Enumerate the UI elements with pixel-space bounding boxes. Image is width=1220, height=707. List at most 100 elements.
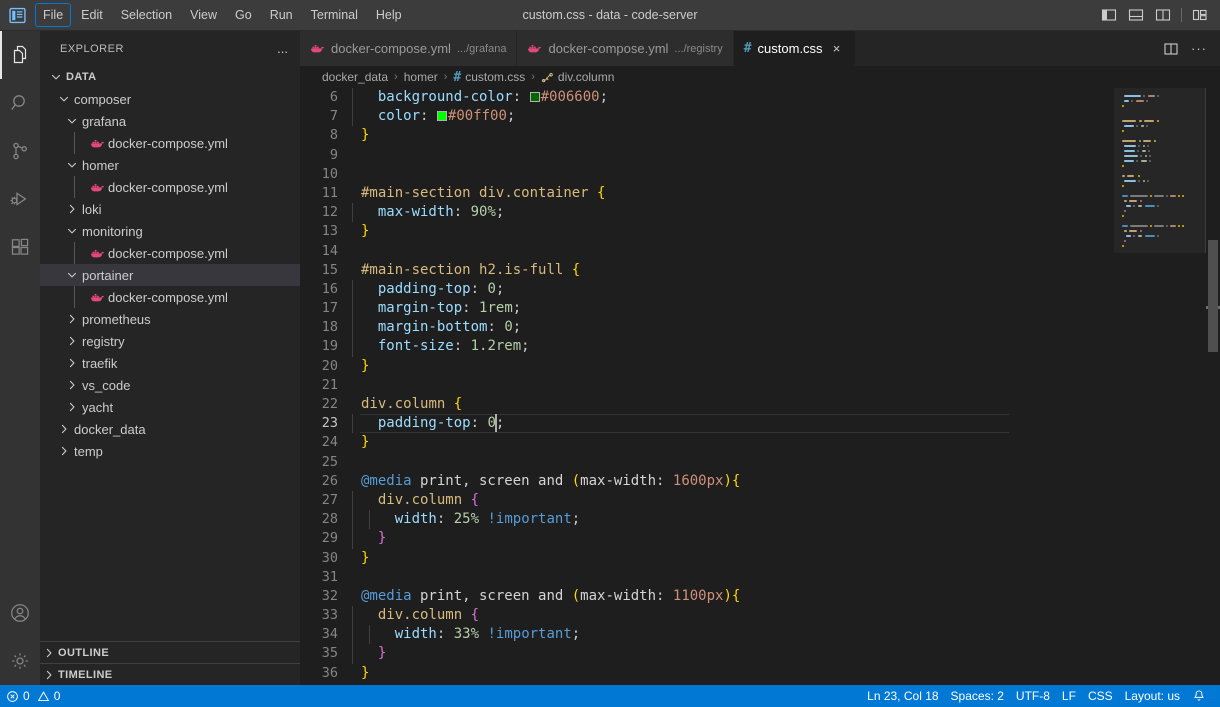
code-line[interactable]: 11#main-section div.container { xyxy=(300,184,1114,203)
editor-tab[interactable]: #custom.css× xyxy=(734,31,856,66)
menu-item-selection[interactable]: Selection xyxy=(113,3,180,27)
chevron-down-icon[interactable] xyxy=(56,92,72,106)
code-line[interactable]: 15#main-section h2.is-full { xyxy=(300,261,1114,280)
tree-folder-item[interactable]: loki xyxy=(40,198,300,220)
toggle-primary-sidebar-icon[interactable] xyxy=(1097,4,1121,26)
tree-folder-item[interactable]: prometheus xyxy=(40,308,300,330)
chevron-down-icon[interactable] xyxy=(64,114,80,128)
chevron-right-icon[interactable] xyxy=(64,334,80,348)
editor-more-actions-icon[interactable]: ··· xyxy=(1186,36,1212,62)
tree-folder-item[interactable]: docker_data xyxy=(40,418,300,440)
code-line[interactable]: 27 div.column { xyxy=(300,491,1114,510)
chevron-right-icon[interactable] xyxy=(64,312,80,326)
menu-item-terminal[interactable]: Terminal xyxy=(303,3,366,27)
code-line[interactable]: 23 padding-top: 0; xyxy=(300,414,1114,433)
code-line[interactable]: 6 background-color: #006600; xyxy=(300,88,1114,107)
chevron-right-icon[interactable] xyxy=(64,202,80,216)
tree-folder-item[interactable]: traefik xyxy=(40,352,300,374)
status-keyboard-layout[interactable]: Layout: us xyxy=(1119,685,1186,707)
code-editor[interactable]: 6 background-color: #006600;7 color: #00… xyxy=(300,88,1220,685)
editor-vertical-scrollbar[interactable] xyxy=(1206,88,1220,685)
code-line[interactable]: 7 color: #00ff00; xyxy=(300,107,1114,126)
status-editor-indentation[interactable]: Spaces: 2 xyxy=(945,685,1010,707)
menu-item-file[interactable]: File xyxy=(35,3,71,27)
scrollbar-thumb[interactable] xyxy=(1208,240,1218,352)
tree-folder-item[interactable]: yacht xyxy=(40,396,300,418)
code-line[interactable]: 26@media print, screen and (max-width: 1… xyxy=(300,472,1114,491)
tree-folder-item[interactable]: vs_code xyxy=(40,374,300,396)
color-swatch[interactable] xyxy=(437,111,447,121)
split-editor-right-icon[interactable] xyxy=(1158,36,1184,62)
code-line[interactable]: 31 xyxy=(300,568,1114,587)
code-line[interactable]: 20} xyxy=(300,357,1114,376)
customize-layout-icon[interactable] xyxy=(1188,4,1212,26)
sidebar-item-search[interactable] xyxy=(0,79,40,127)
tree-folder-item[interactable]: portainer xyxy=(40,264,300,286)
tree-file-item[interactable]: docker-compose.yml xyxy=(40,242,300,264)
explorer-more-actions-icon[interactable]: ... xyxy=(273,41,292,56)
sidebar-section-timeline[interactable]: TIMELINE xyxy=(40,663,300,685)
code-line[interactable]: 9 xyxy=(300,146,1114,165)
status-notifications[interactable] xyxy=(1186,685,1212,707)
menu-item-run[interactable]: Run xyxy=(262,3,301,27)
status-editor-eol[interactable]: LF xyxy=(1056,685,1082,707)
code-line[interactable]: 13} xyxy=(300,222,1114,241)
code-line[interactable]: 12 max-width: 90%; xyxy=(300,203,1114,222)
chevron-down-icon[interactable] xyxy=(64,224,80,238)
color-swatch[interactable] xyxy=(530,92,540,102)
tree-folder-item[interactable]: registry xyxy=(40,330,300,352)
code-line[interactable]: 17 margin-top: 1rem; xyxy=(300,299,1114,318)
menu-item-help[interactable]: Help xyxy=(368,3,410,27)
editor-tab[interactable]: docker-compose.yml.../registry xyxy=(517,31,733,66)
toggle-secondary-sidebar-icon[interactable] xyxy=(1151,4,1175,26)
tree-folder-item[interactable]: temp xyxy=(40,440,300,462)
code-line[interactable]: 14 xyxy=(300,242,1114,261)
code-scroll-region[interactable]: 6 background-color: #006600;7 color: #00… xyxy=(300,88,1114,685)
tree-folder-item[interactable]: grafana xyxy=(40,110,300,132)
chevron-down-icon[interactable] xyxy=(64,268,80,282)
tree-folder-item[interactable]: DATA xyxy=(40,66,300,88)
status-editor-position[interactable]: Ln 23, Col 18 xyxy=(861,685,944,707)
code-line[interactable]: 10 xyxy=(300,165,1114,184)
chevron-right-icon[interactable] xyxy=(56,422,72,436)
code-line[interactable]: 19 font-size: 1.2rem; xyxy=(300,337,1114,356)
sidebar-item-extensions[interactable] xyxy=(0,223,40,271)
menu-item-view[interactable]: View xyxy=(182,3,225,27)
code-line[interactable]: 34 width: 33% !important; xyxy=(300,625,1114,644)
code-line[interactable]: 25 xyxy=(300,453,1114,472)
account-button[interactable] xyxy=(0,589,40,637)
tree-folder-item[interactable]: composer xyxy=(40,88,300,110)
editor-tab[interactable]: docker-compose.yml.../grafana xyxy=(300,31,517,66)
chevron-down-icon[interactable] xyxy=(64,158,80,172)
code-line[interactable]: 24} xyxy=(300,433,1114,452)
tree-folder-item[interactable]: homer xyxy=(40,154,300,176)
breadcrumb-item[interactable]: #custom.css xyxy=(451,70,527,85)
code-line[interactable]: 16 padding-top: 0; xyxy=(300,280,1114,299)
code-line[interactable]: 8} xyxy=(300,126,1114,145)
code-line[interactable]: 35 } xyxy=(300,644,1114,663)
tree-file-item[interactable]: docker-compose.yml xyxy=(40,176,300,198)
sidebar-item-source-control[interactable] xyxy=(0,127,40,175)
status-editor-language[interactable]: CSS xyxy=(1082,685,1119,707)
minimap[interactable] xyxy=(1114,88,1206,685)
code-line[interactable]: 29 } xyxy=(300,529,1114,548)
breadcrumb-item[interactable]: homer xyxy=(402,70,440,84)
code-line[interactable]: 30} xyxy=(300,549,1114,568)
code-line[interactable]: 28 width: 25% !important; xyxy=(300,510,1114,529)
sidebar-section-outline[interactable]: OUTLINE xyxy=(40,641,300,663)
chevron-right-icon[interactable] xyxy=(64,378,80,392)
code-line[interactable]: 33 div.column { xyxy=(300,606,1114,625)
tree-file-item[interactable]: docker-compose.yml xyxy=(40,286,300,308)
status-editor-encoding[interactable]: UTF-8 xyxy=(1010,685,1056,707)
menu-item-edit[interactable]: Edit xyxy=(73,3,111,27)
status-problems[interactable]: 0 0 xyxy=(0,685,66,707)
chevron-right-icon[interactable] xyxy=(64,356,80,370)
manage-settings-button[interactable] xyxy=(0,637,40,685)
sidebar-item-explorer[interactable] xyxy=(0,31,40,79)
code-line[interactable]: 18 margin-bottom: 0; xyxy=(300,318,1114,337)
breadcrumb-item[interactable]: div.column xyxy=(539,70,616,84)
menu-item-go[interactable]: Go xyxy=(227,3,260,27)
code-line[interactable]: 22div.column { xyxy=(300,395,1114,414)
breadcrumb-item[interactable]: docker_data xyxy=(320,70,390,84)
toggle-panel-icon[interactable] xyxy=(1124,4,1148,26)
